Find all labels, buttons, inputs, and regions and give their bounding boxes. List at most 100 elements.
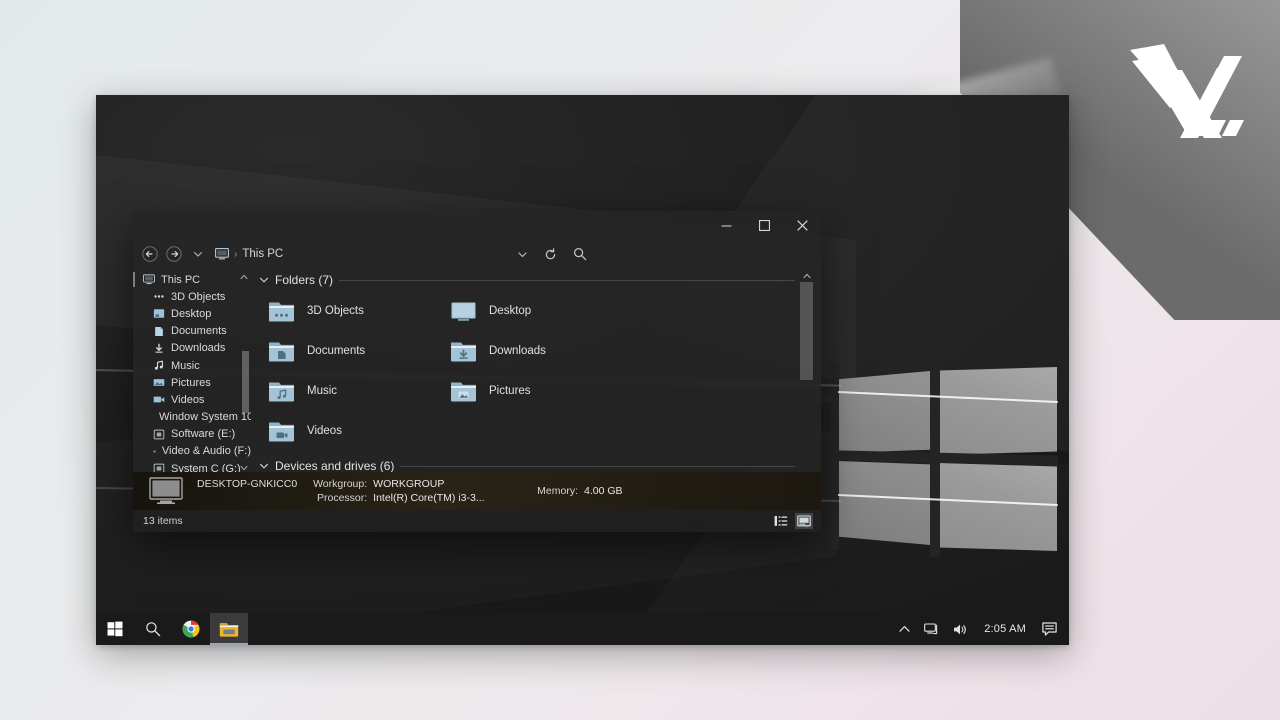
this-pc-icon: [215, 248, 229, 260]
nav-scroll-up-button[interactable]: [238, 271, 249, 283]
minimize-icon: [721, 225, 731, 226]
nav-scrollbar-thumb[interactable]: [242, 351, 249, 413]
breadcrumb-path[interactable]: This PC: [242, 248, 283, 260]
breadcrumb[interactable]: › This PC: [215, 248, 283, 260]
recent-locations-button[interactable]: [187, 243, 209, 265]
close-button[interactable]: [783, 211, 821, 239]
show-hidden-icons-button[interactable]: [893, 613, 916, 645]
sidebar-item-drive-win10[interactable]: Window System 10 (: [133, 409, 251, 426]
folder-item-label: Videos: [307, 425, 342, 437]
sidebar-item-label: Music: [171, 359, 200, 372]
folder-3d-objects-icon: [269, 302, 294, 322]
volume-button[interactable]: [947, 613, 974, 645]
maximize-button[interactable]: [745, 211, 783, 239]
details-value-processor: Intel(R) Core(TM) i3-3...: [373, 492, 485, 504]
music-icon: [154, 360, 163, 370]
folder-item-label: Music: [307, 385, 338, 397]
picture-icon: [153, 379, 165, 387]
sidebar-item-label: Videos: [171, 393, 205, 406]
sidebar-item-label: This PC: [161, 273, 201, 286]
breadcrumb-separator: ›: [234, 248, 238, 260]
group-rule: [400, 465, 795, 467]
folder-item-desktop[interactable]: Desktop: [441, 291, 623, 331]
back-arrow-icon: [142, 246, 158, 262]
details-view-icon: [774, 516, 788, 526]
desktop-screen: › This PC This PC 3D Objects Desktop Doc…: [96, 95, 1069, 645]
view-mode-buttons: [772, 513, 813, 529]
scroll-up-button[interactable]: [800, 269, 813, 282]
search-icon: [573, 247, 587, 261]
folder-item-music[interactable]: Music: [259, 371, 441, 411]
sidebar-item-this-pc[interactable]: This PC: [133, 271, 251, 288]
status-bar: 13 items: [133, 510, 821, 532]
taskbar[interactable]: 2:05 AM: [96, 613, 1069, 645]
drive-icon: [153, 429, 165, 440]
dots-icon: [154, 295, 164, 298]
network-button[interactable]: [918, 613, 945, 645]
folder-grid: 3D Objects Desktop Documents Downloads M…: [259, 291, 821, 451]
sidebar-item-desktop[interactable]: Desktop: [133, 305, 251, 322]
sidebar-item-pictures[interactable]: Pictures: [133, 374, 251, 391]
search-box[interactable]: [573, 247, 587, 261]
sidebar-item-label: Software (E:): [171, 428, 236, 441]
group-header-folders[interactable]: Folders (7): [259, 271, 821, 289]
wallpaper-hero-pane: [838, 371, 930, 453]
chevron-down-icon: [240, 465, 247, 471]
video-icon: [153, 396, 165, 403]
refresh-button[interactable]: [544, 247, 557, 261]
details-key-memory: Memory:: [537, 485, 579, 497]
start-button[interactable]: [96, 613, 134, 645]
address-history-button[interactable]: [517, 249, 528, 260]
group-header-label: Folders (7): [275, 273, 334, 287]
drive-icon: [153, 450, 156, 453]
sidebar-item-music[interactable]: Music: [133, 357, 251, 374]
folder-videos-icon: [269, 422, 294, 442]
sidebar-item-videos[interactable]: Videos: [133, 391, 251, 408]
details-view-button[interactable]: [772, 513, 790, 529]
large-icons-view-icon: [797, 515, 811, 527]
folder-pictures-icon: [451, 382, 476, 402]
sidebar-item-documents[interactable]: Documents: [133, 323, 251, 340]
chrome-button[interactable]: [172, 613, 210, 645]
system-tray[interactable]: 2:05 AM: [893, 613, 1069, 645]
folder-item-3d-objects[interactable]: 3D Objects: [259, 291, 441, 331]
sidebar-item-label: Documents: [171, 325, 227, 338]
title-bar[interactable]: [133, 211, 821, 239]
sidebar-item-drive-software[interactable]: Software (E:): [133, 426, 251, 443]
sidebar-item-3d-objects[interactable]: 3D Objects: [133, 288, 251, 305]
refresh-icon: [545, 247, 556, 259]
folder-item-videos[interactable]: Videos: [259, 411, 441, 451]
file-explorer-window[interactable]: › This PC This PC 3D Objects Desktop Doc…: [133, 211, 821, 532]
file-explorer-button[interactable]: [210, 613, 248, 645]
download-icon: [155, 343, 163, 353]
clock[interactable]: 2:05 AM: [976, 623, 1034, 635]
scrollbar-thumb[interactable]: [800, 282, 813, 380]
page-root: › This PC This PC 3D Objects Desktop Doc…: [0, 0, 1280, 720]
sidebar-item-drive-video-audio[interactable]: Video & Audio (F:): [133, 443, 251, 460]
maximize-icon: [758, 219, 770, 231]
folder-icon: [219, 622, 239, 637]
forward-arrow-icon: [166, 246, 182, 262]
folder-item-pictures[interactable]: Pictures: [441, 371, 623, 411]
folder-item-label: Desktop: [489, 305, 532, 317]
back-button[interactable]: [139, 243, 161, 265]
large-icons-view-button[interactable]: [795, 513, 813, 529]
action-center-button[interactable]: [1036, 613, 1063, 645]
chevron-down-icon: [259, 277, 269, 283]
folder-music-icon: [269, 382, 294, 402]
folder-desktop-icon: [451, 302, 476, 321]
folder-item-label: Pictures: [489, 385, 531, 397]
sidebar-item-downloads[interactable]: Downloads: [133, 340, 251, 357]
minimize-button[interactable]: [707, 211, 745, 239]
wallpaper-hero-pane: [939, 463, 1057, 551]
chevron-down-icon: [518, 251, 527, 257]
group-rule: [339, 279, 795, 281]
chevron-up-icon: [240, 274, 247, 280]
address-bar[interactable]: › This PC: [133, 239, 821, 269]
folder-item-label: Documents: [307, 345, 366, 357]
folder-item-documents[interactable]: Documents: [259, 331, 441, 371]
folder-item-downloads[interactable]: Downloads: [441, 331, 623, 371]
search-button[interactable]: [134, 613, 172, 645]
notification-icon: [1042, 622, 1057, 636]
forward-button[interactable]: [163, 243, 185, 265]
